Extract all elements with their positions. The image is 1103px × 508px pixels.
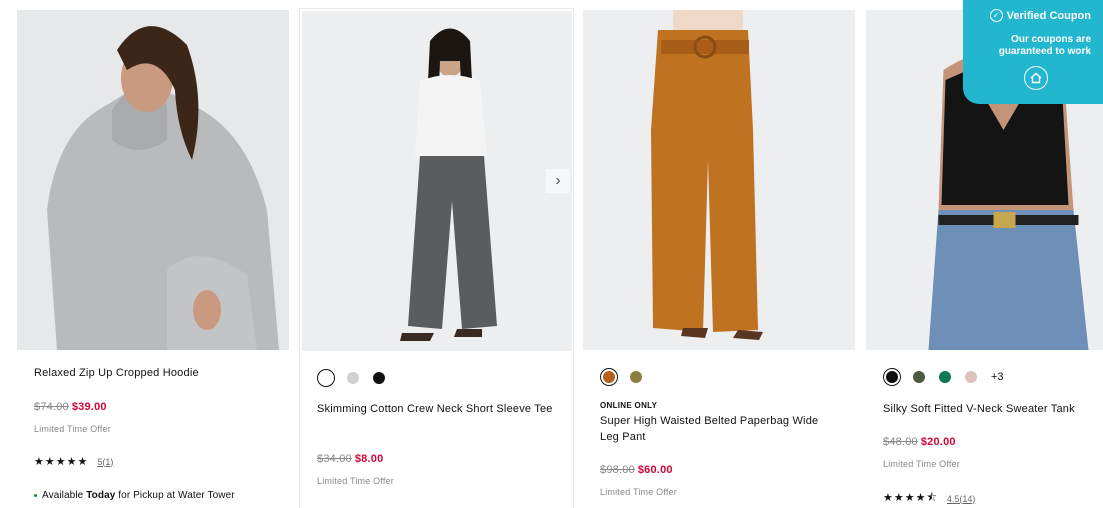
home-icon[interactable] [1024,66,1048,90]
color-swatches [600,368,656,386]
color-swatches: +3 [883,368,1004,386]
original-price: $74.00 [34,401,69,413]
chevron-right-icon: › [555,172,561,189]
review-count-link[interactable]: 5(1) [97,457,113,467]
sale-price: $39.00 [71,401,107,413]
product-price: $48.00 $20.00 [883,436,956,448]
review-count-link[interactable]: 4.5(14) [947,494,976,504]
limited-offer-label: Limited Time Offer [600,487,677,497]
color-swatch[interactable] [939,371,951,383]
color-swatch-selected[interactable] [883,368,901,386]
sale-price: $8.00 [354,453,384,465]
coupon-text: Our coupons are guaranteed to work [998,34,1091,57]
limited-offer-label: Limited Time Offer [34,424,111,434]
coupon-title: Verified Coupon [1006,9,1091,22]
color-swatch-selected[interactable] [317,369,335,387]
coupon-header: ✓ Verified Coupon [989,9,1091,22]
color-swatches [317,369,399,387]
available-dot-icon [34,493,37,497]
limited-offer-label: Limited Time Offer [317,476,394,486]
star-rating-icon: ★★★★★ [34,456,89,468]
color-swatch[interactable] [373,372,385,384]
product-title[interactable]: Skimming Cotton Crew Neck Short Sleeve T… [317,401,557,417]
product-title[interactable]: Relaxed Zip Up Cropped Hoodie [34,365,274,381]
more-colors-link[interactable]: +3 [991,371,1004,383]
product-image[interactable] [583,10,855,350]
product-card-2[interactable]: › Skimming Cotton Crew Neck Short Sleeve… [299,8,574,508]
product-price: $34.00 $8.00 [317,453,383,465]
product-price: $74.00 $39.00 [34,401,107,413]
original-price: $98.00 [600,464,635,476]
next-image-button[interactable]: › [546,169,570,193]
limited-offer-label: Limited Time Offer [883,459,960,469]
product-card-3[interactable]: ONLINE ONLY Super High Waisted Belted Pa… [583,8,858,508]
product-card-1[interactable]: Relaxed Zip Up Cropped Hoodie $74.00 $39.… [17,8,292,508]
online-only-badge: ONLINE ONLY [600,401,658,410]
color-swatch[interactable] [965,371,977,383]
product-rating: ★★★★★ 5(1) [34,455,113,468]
pickup-availability: Available Today for Pickup at Water Towe… [34,490,235,501]
color-swatch[interactable] [913,371,925,383]
product-title[interactable]: Silky Soft Fitted V-Neck Sweater Tank [883,401,1103,417]
color-swatch[interactable] [347,372,359,384]
original-price: $34.00 [317,453,352,465]
color-swatch-selected[interactable] [600,368,618,386]
sale-price: $20.00 [920,436,956,448]
original-price: $48.00 [883,436,918,448]
product-image[interactable]: › [302,11,572,351]
color-swatch[interactable] [630,371,642,383]
product-image[interactable] [17,10,289,350]
star-rating-icon: ★★★★⯪ [883,492,938,504]
verified-coupon-widget[interactable]: ✓ Verified Coupon Our coupons are guaran… [963,0,1103,104]
product-rating: ★★★★⯪ 4.5(14) [883,489,975,508]
product-price: $98.00 $60.00 [600,464,673,476]
sale-price: $60.00 [637,464,673,476]
check-circle-icon: ✓ [989,9,1003,22]
product-title[interactable]: Super High Waisted Belted Paperbag Wide … [600,413,840,445]
